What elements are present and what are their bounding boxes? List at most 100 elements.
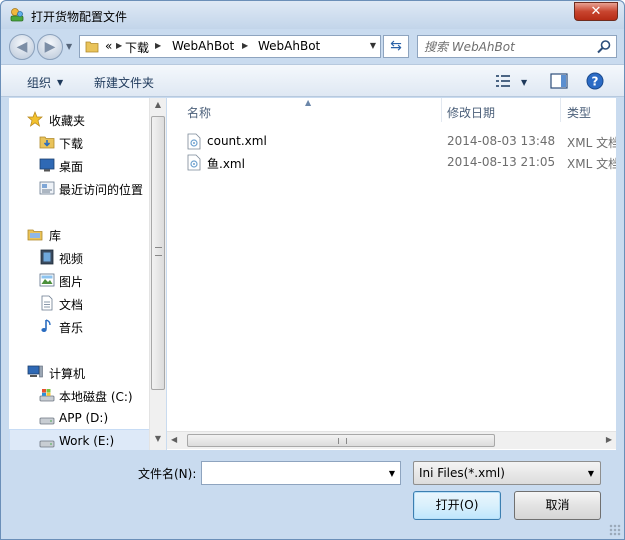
- resize-grip[interactable]: [609, 524, 621, 536]
- window-title: 打开货物配置文件: [31, 10, 128, 24]
- scroll-up-icon[interactable]: ▲: [150, 100, 166, 114]
- search-icon[interactable]: [596, 39, 612, 55]
- close-icon: ✕: [590, 4, 602, 19]
- grip-icon: [338, 438, 347, 444]
- column-header-row: ▲ 名称 修改日期 类型: [167, 98, 616, 124]
- open-file-dialog: 打开货物配置文件 ✕ ◀ ▶ ▼ « ▶ 下载 ▶ WebAhBot ▶ Web…: [0, 0, 625, 540]
- nav-label: 计算机: [49, 367, 86, 381]
- view-dropdown-icon[interactable]: ▼: [521, 78, 527, 87]
- breadcrumb-webahbot-2[interactable]: WebAhBot: [258, 39, 320, 53]
- scroll-down-icon[interactable]: ▼: [150, 434, 166, 448]
- nav-item-videos[interactable]: 视频: [9, 246, 151, 268]
- close-button[interactable]: ✕: [574, 2, 618, 21]
- column-divider[interactable]: [441, 98, 442, 122]
- chevron-right-icon[interactable]: ▶: [155, 41, 161, 50]
- nav-label: 视频: [59, 252, 84, 266]
- computer-icon: [27, 365, 43, 378]
- nav-vertical-scrollbar[interactable]: ▲ ▼: [149, 98, 166, 450]
- scroll-left-icon[interactable]: ◀: [171, 435, 177, 444]
- nav-item-drive-d[interactable]: APP (D:): [9, 407, 151, 429]
- nav-label: 库: [49, 229, 62, 243]
- xml-file-icon: [187, 133, 201, 150]
- address-row: ◀ ▶ ▼ « ▶ 下载 ▶ WebAhBot ▶ WebAhBot ▼ ⇆: [1, 29, 624, 63]
- file-type-value: Ini Files(*.xml): [419, 466, 505, 480]
- nav-label: 音乐: [59, 321, 84, 335]
- chevron-right-icon[interactable]: ▶: [116, 41, 122, 50]
- download-folder-icon: [39, 136, 55, 149]
- chevron-right-icon[interactable]: ▶: [242, 41, 248, 50]
- new-folder-button[interactable]: 新建文件夹: [94, 74, 154, 91]
- pictures-icon: [39, 273, 55, 287]
- help-icon[interactable]: ?: [586, 72, 604, 90]
- nav-item-pictures[interactable]: 图片: [9, 269, 151, 291]
- file-row[interactable]: 鱼.xml 2014-08-13 21:05 XML 文档: [167, 152, 616, 173]
- breadcrumb-webahbot-1[interactable]: WebAhBot: [172, 39, 234, 53]
- nav-item-music[interactable]: 音乐: [9, 315, 151, 337]
- preview-pane-icon[interactable]: [550, 73, 568, 89]
- drive-icon: [39, 440, 55, 448]
- nav-item-drive-c[interactable]: 本地磁盘 (C:): [9, 384, 151, 406]
- music-icon: [41, 319, 51, 332]
- drive-icon: [39, 417, 55, 425]
- file-type: XML 文档: [567, 157, 616, 171]
- nav-computer[interactable]: 计算机: [9, 361, 151, 383]
- column-date[interactable]: 修改日期: [447, 104, 495, 121]
- nav-label: APP (D:): [59, 411, 109, 425]
- file-date: 2014-08-13 21:05: [447, 155, 556, 169]
- file-name-combobox[interactable]: ▼: [201, 461, 401, 485]
- scroll-thumb[interactable]: [151, 116, 165, 390]
- file-list-horizontal-scrollbar[interactable]: ◀ ▶: [167, 431, 616, 449]
- sort-ascending-icon: ▲: [305, 98, 312, 107]
- nav-item-documents[interactable]: 文档: [9, 292, 151, 314]
- nav-item-desktop[interactable]: 桌面: [9, 154, 151, 176]
- scroll-thumb[interactable]: [187, 434, 495, 447]
- column-divider[interactable]: [560, 98, 561, 122]
- recent-pages-dropdown[interactable]: ▼: [66, 42, 72, 51]
- breadcrumb-downloads[interactable]: 下载: [125, 39, 149, 56]
- file-name-label: 文件名(N):: [138, 467, 197, 481]
- desktop-icon: [39, 158, 55, 172]
- nav-libraries[interactable]: 库: [9, 223, 151, 245]
- column-name[interactable]: 名称: [187, 104, 211, 121]
- nav-item-downloads[interactable]: 下载: [9, 131, 151, 153]
- nav-item-recent-places[interactable]: 最近访问的位置: [9, 177, 151, 199]
- address-dropdown[interactable]: ▼: [370, 41, 376, 50]
- address-bar[interactable]: « ▶ 下载 ▶ WebAhBot ▶ WebAhBot ▼: [79, 35, 381, 58]
- chevron-down-icon[interactable]: ▼: [57, 78, 63, 87]
- chevron-down-icon[interactable]: ▼: [588, 469, 594, 478]
- recent-places-icon: [39, 181, 55, 195]
- forward-button[interactable]: ▶: [37, 34, 63, 60]
- video-icon: [40, 249, 54, 265]
- chevron-down-icon[interactable]: ▼: [389, 469, 395, 478]
- open-button[interactable]: 打开(O): [413, 491, 501, 520]
- arrow-right-icon: ▶: [44, 39, 56, 55]
- file-name-input[interactable]: [206, 465, 376, 481]
- grip-icon: [155, 247, 162, 256]
- file-name: count.xml: [207, 134, 267, 148]
- nav-label: 下载: [59, 137, 84, 151]
- search-input[interactable]: [424, 39, 594, 55]
- app-icon: [10, 8, 24, 22]
- refresh-button[interactable]: ⇆: [383, 35, 409, 58]
- file-type-select[interactable]: Ini Files(*.xml) ▼: [413, 461, 601, 485]
- file-list: ▲ 名称 修改日期 类型 count.xml 2014-08-03 13:48 …: [167, 98, 616, 450]
- scroll-right-icon[interactable]: ▶: [606, 435, 612, 444]
- file-row[interactable]: count.xml 2014-08-03 13:48 XML 文档: [167, 131, 616, 152]
- document-icon: [41, 295, 53, 311]
- organize-button[interactable]: 组织: [27, 74, 51, 91]
- nav-favorites[interactable]: 收藏夹: [9, 108, 151, 130]
- title-bar[interactable]: 打开货物配置文件 ✕: [1, 1, 624, 29]
- system-drive-icon: [39, 389, 55, 402]
- view-options-icon[interactable]: [495, 74, 511, 88]
- arrow-left-icon: ◀: [16, 39, 28, 55]
- nav-label: Work (E:): [59, 434, 115, 448]
- column-type[interactable]: 类型: [567, 104, 591, 121]
- nav-item-drive-e[interactable]: Work (E:): [9, 429, 151, 450]
- back-button[interactable]: ◀: [9, 34, 35, 60]
- library-icon: [27, 229, 43, 241]
- nav-label: 文档: [59, 298, 84, 312]
- breadcrumb-overflow[interactable]: «: [105, 39, 112, 53]
- cancel-button[interactable]: 取消: [514, 491, 601, 520]
- xml-file-icon: [187, 154, 201, 171]
- navigation-pane: 收藏夹 下载 桌面 最近访问的位置 库 视频 图片 文档 音乐 计算机 本地磁盘…: [9, 98, 166, 450]
